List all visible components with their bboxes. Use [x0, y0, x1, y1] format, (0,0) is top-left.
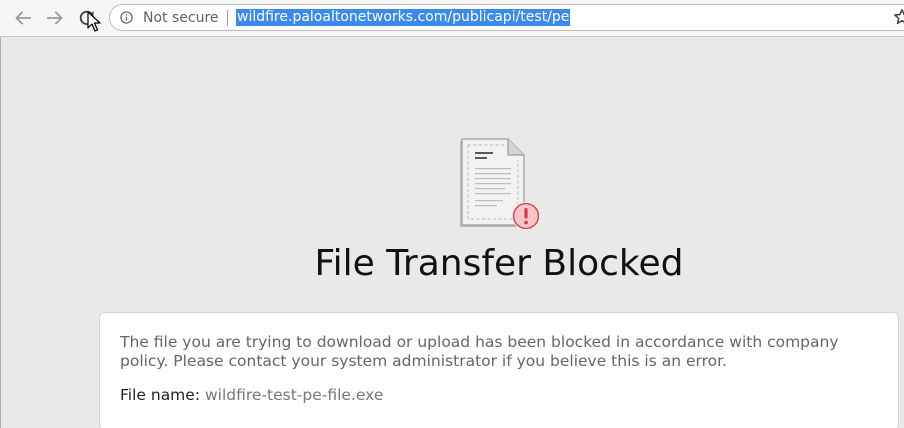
block-message: The file you are trying to download or u… — [120, 333, 839, 370]
arrow-left-icon — [15, 11, 31, 25]
omnibox-divider — [227, 10, 228, 26]
arrow-right-icon — [47, 11, 63, 25]
reload-icon — [79, 10, 94, 26]
block-page: File Transfer Blocked The file you are t… — [0, 37, 904, 428]
file-name-label: File name: — [120, 386, 201, 404]
file-name-value: wildfire-test-pe-file.exe — [204, 386, 384, 404]
reload-button[interactable] — [76, 7, 98, 29]
star-icon[interactable] — [893, 8, 904, 26]
url-text[interactable]: wildfire.paloaltonetworks.com/publicapi/… — [236, 9, 571, 26]
page-title: File Transfer Blocked — [314, 243, 684, 284]
file-name-row: File name: wildfire-test-pe-file.exe — [120, 386, 878, 405]
browser-toolbar: Not secure wildfire.paloaltonetworks.com… — [0, 0, 904, 37]
info-icon[interactable] — [120, 11, 133, 24]
security-status-label[interactable]: Not secure — [143, 10, 219, 26]
back-button[interactable] — [12, 7, 34, 29]
message-card: The file you are trying to download or u… — [99, 312, 899, 428]
forward-button[interactable] — [44, 7, 66, 29]
address-bar[interactable]: Not secure wildfire.paloaltonetworks.com… — [109, 4, 904, 31]
exclamation-alert-icon — [512, 202, 540, 230]
blocked-document-graphic — [460, 138, 540, 230]
